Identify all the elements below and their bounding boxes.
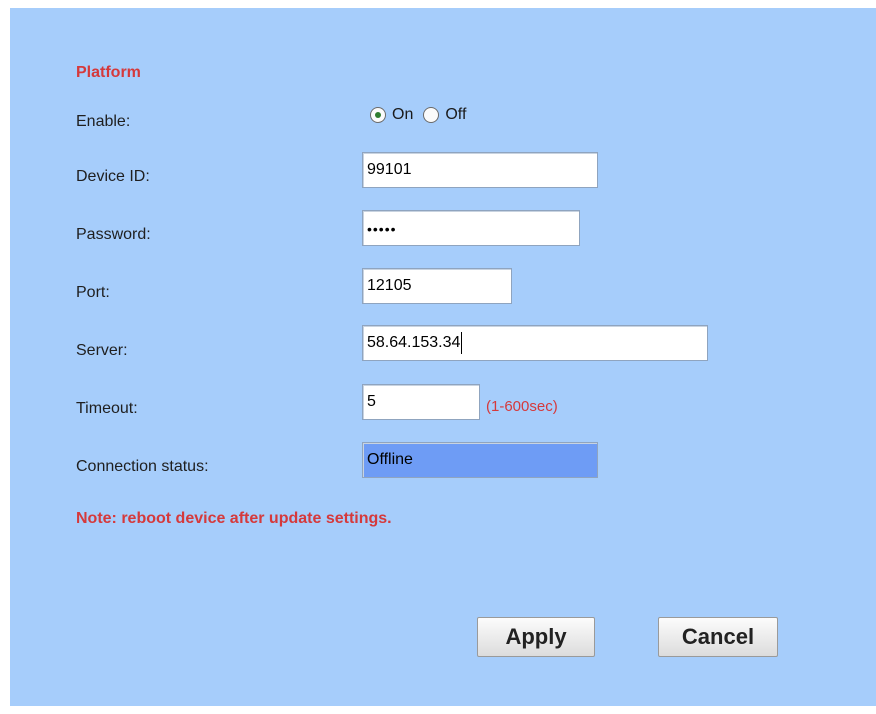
enable-off-label[interactable]: Off [445,106,466,124]
enable-on-label[interactable]: On [392,106,413,124]
server-label: Server: [76,342,128,359]
enable-label: Enable: [76,113,131,130]
device-id-label: Device ID: [76,168,150,185]
enable-off-radio[interactable] [423,107,440,123]
connection-status-field: Offline [362,442,598,478]
password-label: Password: [76,226,151,243]
port-input[interactable]: 12105 [362,268,512,304]
cancel-button[interactable]: Cancel [658,617,778,657]
server-value: 58.64.153.34 [367,334,461,351]
enable-on-radio[interactable] [370,107,386,123]
enable-radio-group: On Off [370,106,476,124]
platform-settings-panel: Platform Enable: On Off Device ID: 99101… [10,8,876,706]
password-input[interactable]: ••••• [362,210,580,246]
port-label: Port: [76,284,110,301]
section-title: Platform [76,64,141,81]
device-id-input[interactable]: 99101 [362,152,598,188]
reboot-note: Note: reboot device after update setting… [76,510,392,527]
server-input[interactable]: 58.64.153.34 [362,325,708,361]
timeout-label: Timeout: [76,400,138,417]
apply-button[interactable]: Apply [477,617,595,657]
timeout-input[interactable]: 5 [362,384,480,420]
connection-status-label: Connection status: [76,458,209,475]
text-caret [461,331,463,354]
timeout-range-hint: (1-600sec) [486,398,558,415]
